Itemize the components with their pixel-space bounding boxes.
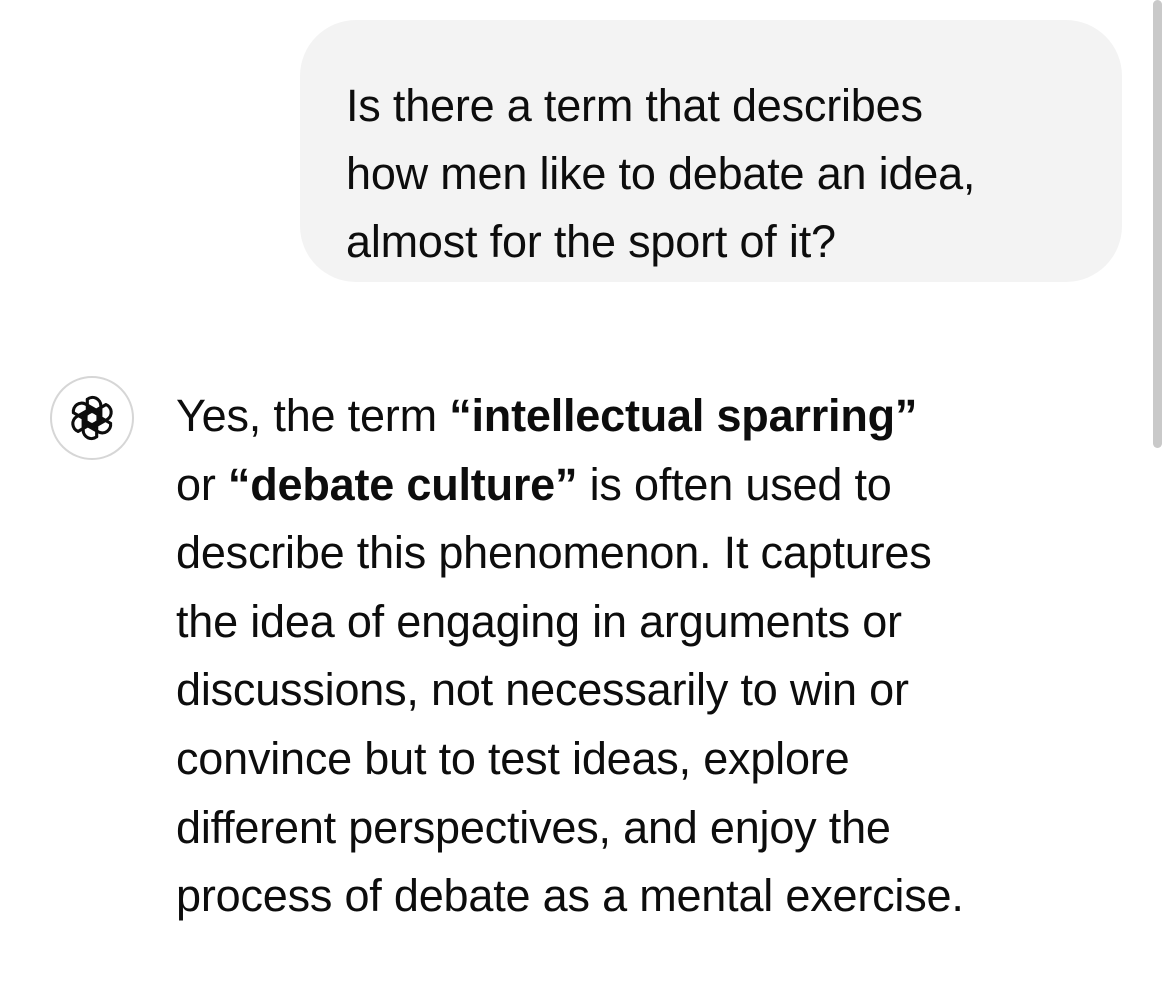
assistant-bold-term: “debate culture” <box>227 458 578 510</box>
user-message-line: how men like to debate an idea, <box>346 148 976 199</box>
assistant-message-line: process of debate as a mental exercise. <box>176 870 964 922</box>
assistant-message-line: convince but to test ideas, explore <box>176 732 850 784</box>
user-message-bubble: Is there a term that describes how men l… <box>300 20 1122 282</box>
assistant-message-line: or “debate culture” is often used to <box>176 451 1116 520</box>
assistant-bold-term: “intellectual sparring” <box>449 390 918 441</box>
assistant-message-line: describe this phenomenon. It captures <box>176 527 932 579</box>
assistant-text: is often used to <box>577 458 892 510</box>
openai-logo-icon <box>71 395 113 441</box>
user-message-line: Is there a term that describes <box>346 80 923 131</box>
assistant-message-line: the idea of engaging in arguments or <box>176 595 902 647</box>
assistant-message-line: discussions, not necessarily to win or <box>176 664 909 716</box>
assistant-avatar <box>50 376 134 460</box>
user-message-line: almost for the sport of it? <box>346 216 836 267</box>
assistant-text: Yes, the term <box>176 390 450 441</box>
assistant-text: or <box>176 458 228 510</box>
scrollbar-thumb[interactable] <box>1153 0 1162 448</box>
assistant-message-line: different perspectives, and enjoy the <box>176 801 891 853</box>
assistant-message-line: Yes, the term “intellectual sparring” <box>176 382 1116 451</box>
assistant-message: Yes, the term “intellectual sparring” or… <box>176 382 1116 931</box>
